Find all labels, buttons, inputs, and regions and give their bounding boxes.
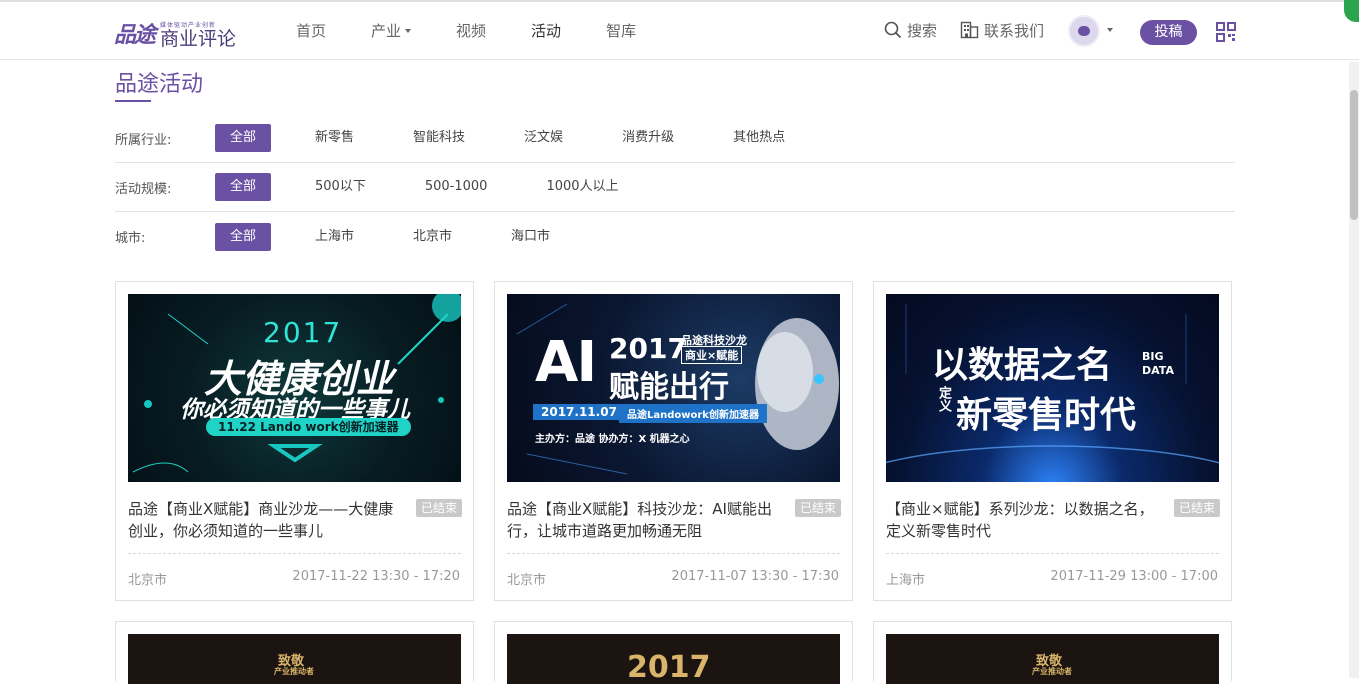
- event-title[interactable]: 品途【商业X赋能】科技沙龙：AI赋能出行，让城市道路更加畅通无阻: [507, 498, 777, 542]
- chevron-down-icon: [405, 29, 412, 33]
- event-poster[interactable]: AI 2017 赋能出行 品途科技沙龙 商业×赋能 2017.11.07 品途L…: [507, 294, 840, 482]
- event-city: 北京市: [128, 573, 168, 588]
- event-title[interactable]: 品途【商业X赋能】商业沙龙——大健康创业，你必须知道的一些事儿: [128, 498, 398, 542]
- filter-city: 城市: 全部 上海市 北京市 海口市: [115, 212, 1235, 261]
- filter-label: 城市:: [115, 231, 146, 246]
- search-button[interactable]: 搜索: [884, 0, 937, 60]
- poster-text: 2017: [627, 650, 711, 684]
- event-card[interactable]: AI 2017 赋能出行 品途科技沙龙 商业×赋能 2017.11.07 品途L…: [494, 281, 853, 601]
- title-underline: [115, 100, 151, 102]
- event-time: 2017-11-22 13:30 - 17:20: [292, 569, 460, 584]
- nav-industry[interactable]: 产业: [371, 20, 412, 41]
- poster-ai: AI: [535, 330, 597, 395]
- event-poster[interactable]: 2017 大健康创业 你必须知道的一些事儿 11.22 Lando work创新…: [128, 294, 461, 482]
- event-card[interactable]: 2017 大健康创业 你必须知道的一些事儿 11.22 Lando work创新…: [115, 281, 474, 601]
- event-poster[interactable]: 致敬 产业推动者: [886, 634, 1219, 684]
- filter-option-all[interactable]: 全部: [215, 173, 272, 201]
- filter-option[interactable]: 上海市: [300, 223, 369, 251]
- poster-sub: 产业推动者: [274, 667, 314, 676]
- event-card[interactable]: 致敬 产业推动者: [873, 621, 1232, 684]
- nav-video[interactable]: 视频: [456, 20, 486, 41]
- event-poster[interactable]: 致敬 产业推动者: [128, 634, 461, 684]
- poster-headline: 赋能出行: [609, 370, 729, 405]
- event-card[interactable]: 致敬 产业推动者: [115, 621, 474, 684]
- nav-home[interactable]: 首页: [296, 20, 326, 41]
- site-logo[interactable]: 品途 媒体驱动产业创新 商业评论: [114, 17, 236, 49]
- filter-option[interactable]: 其他热点: [718, 124, 800, 152]
- event-city: 北京市: [507, 573, 547, 588]
- divider: [128, 553, 461, 554]
- filter-option[interactable]: 智能科技: [398, 124, 480, 152]
- poster-pill: 11.22 Lando work创新加速器: [206, 418, 411, 436]
- search-icon: [884, 21, 902, 39]
- logo-wordmark: 媒体驱动产业创新 商业评论: [160, 20, 236, 49]
- filter-option[interactable]: 北京市: [398, 223, 467, 251]
- event-time: 2017-11-07 13:30 - 17:30: [671, 569, 839, 584]
- status-badge: 已结束: [795, 499, 841, 517]
- poster-year: 2017: [609, 332, 687, 365]
- poster-host: 主办方：品途 协办方：X 机器之心: [535, 434, 690, 445]
- poster-tag2: 商业×赋能: [681, 346, 743, 364]
- poster-year: 2017: [263, 316, 343, 349]
- nav-thinktank[interactable]: 智库: [606, 20, 636, 41]
- qr-code-icon[interactable]: [1216, 22, 1236, 42]
- divider: [886, 553, 1219, 554]
- event-card[interactable]: 2017: [494, 621, 853, 684]
- nav-industry-label: 产业: [371, 21, 402, 40]
- submit-article-button[interactable]: 投稿: [1140, 20, 1197, 45]
- search-label: 搜索: [907, 21, 938, 40]
- divider: [507, 553, 840, 554]
- event-title[interactable]: 【商业×赋能】系列沙龙：以数据之名，定义新零售时代: [886, 498, 1156, 542]
- filter-industry: 所属行业: 全部 新零售 智能科技 泛文娱 消费升级 其他热点: [115, 114, 1235, 163]
- filter-option-all[interactable]: 全部: [215, 222, 272, 251]
- filter-option[interactable]: 消费升级: [607, 124, 689, 152]
- contact-button[interactable]: 联系我们: [960, 0, 1044, 60]
- filter-option[interactable]: 海口市: [496, 223, 565, 251]
- top-navbar: 品途 媒体驱动产业创新 商业评论 首页 产业 视频 活动 智库 搜索 联系我们 …: [0, 0, 1359, 60]
- event-time: 2017-11-29 13:00 - 17:00: [1050, 569, 1218, 584]
- chevron-down-icon[interactable]: [1107, 28, 1113, 32]
- event-card[interactable]: 以数据之名 定义 新零售时代 BIG DATA 【商业×赋能】系列沙龙：以数据之…: [873, 281, 1232, 601]
- user-avatar[interactable]: [1068, 15, 1100, 47]
- status-badge: 已结束: [1174, 499, 1220, 517]
- logo-text: 商业评论: [160, 28, 237, 50]
- poster-sub: 产业推动者: [1032, 667, 1072, 676]
- poster-date: 2017.11.07: [533, 404, 625, 420]
- filter-scale: 活动规模: 全部 500以下 500-1000 1000人以上: [115, 163, 1235, 212]
- poster-line1: 以数据之名: [932, 345, 1113, 386]
- poster-side: 定义: [936, 386, 951, 412]
- filter-label: 所属行业:: [115, 132, 172, 148]
- main-nav: 首页 产业 视频 活动 智库: [296, 0, 681, 60]
- contact-label: 联系我们: [984, 21, 1045, 40]
- page-title: 品途活动: [115, 72, 204, 97]
- filter-option[interactable]: 泛文娱: [509, 124, 578, 152]
- scrollbar-thumb[interactable]: [1350, 90, 1358, 220]
- filter-label: 活动规模:: [115, 181, 172, 197]
- poster-venue: 品途Landowork创新加速器: [619, 404, 767, 423]
- status-badge: 已结束: [416, 499, 462, 517]
- building-icon: [960, 21, 979, 39]
- event-poster[interactable]: 以数据之名 定义 新零售时代 BIG DATA: [886, 294, 1219, 482]
- event-poster[interactable]: 2017: [507, 634, 840, 684]
- logo-script: 品途: [114, 22, 156, 48]
- filter-option[interactable]: 500-1000: [410, 173, 503, 201]
- filter-option-all[interactable]: 全部: [215, 124, 272, 152]
- poster-line2: 新零售时代: [956, 395, 1137, 436]
- poster-tag1: BIG: [1142, 350, 1164, 363]
- filter-option[interactable]: 1000人以上: [531, 173, 633, 201]
- filter-option[interactable]: 新零售: [300, 124, 369, 152]
- filter-option[interactable]: 500以下: [300, 173, 381, 201]
- event-city: 上海市: [886, 573, 926, 588]
- poster-tag2: DATA: [1142, 364, 1174, 377]
- nav-events[interactable]: 活动: [531, 20, 561, 41]
